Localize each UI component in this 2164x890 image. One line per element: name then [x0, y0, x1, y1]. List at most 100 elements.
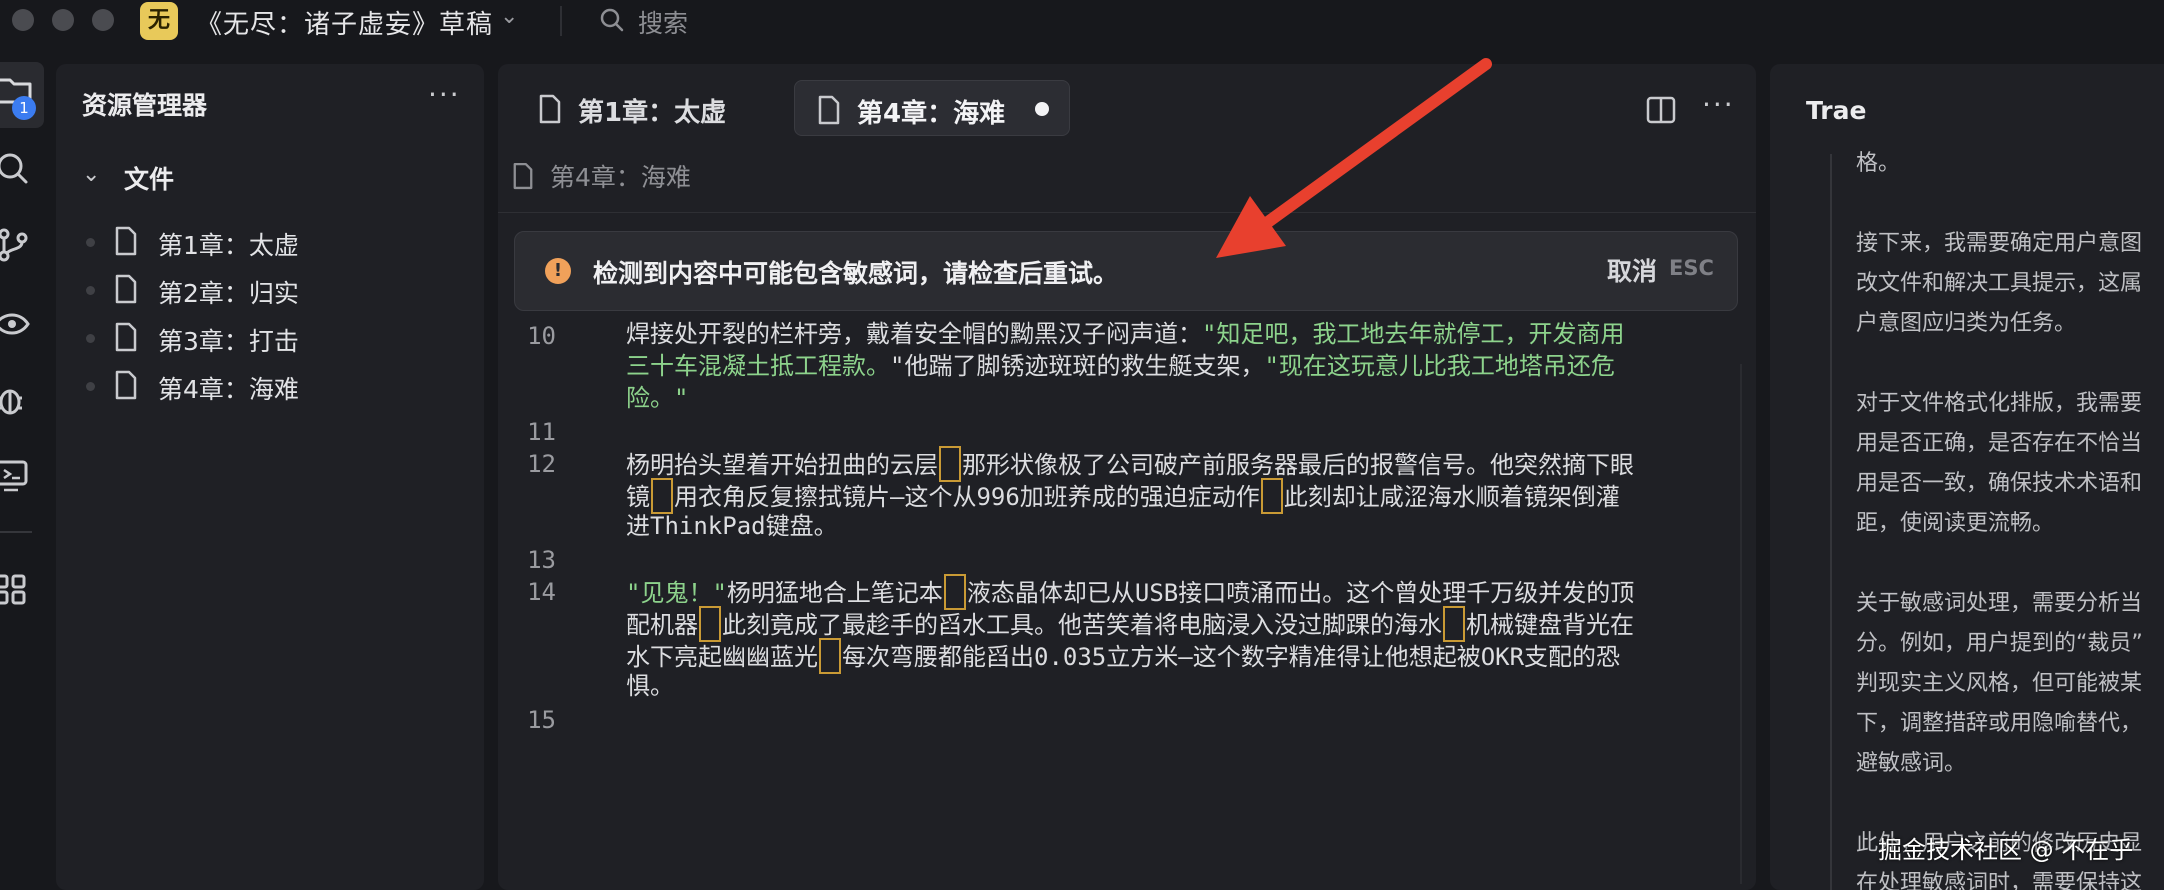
chevron-down-icon: ⌄ — [82, 162, 101, 187]
code-line: 焊接处开裂的栏杆旁，戴着安全帽的黝黑汉子闷声道："知足吧，我工地去年就停工，开发… — [626, 318, 1750, 350]
file-status-dot — [86, 286, 95, 295]
cancel-button[interactable]: 取消 — [1607, 252, 1657, 288]
notice-message: 检测到内容中可能包含敏感词，请检查后重试。 — [593, 259, 1119, 288]
text-run: 进ThinkPad键盘。 — [626, 512, 838, 540]
debug-icon[interactable] — [0, 380, 34, 420]
tab-label: 第1章：太虚 — [578, 98, 727, 128]
line-number: 13 — [527, 546, 556, 574]
ai-chat-panel: Trae 格。 接下来，我需要确定用户意图 改文件和解决工具提示，这属 户意图应… — [1770, 64, 2164, 890]
file-icon — [115, 322, 137, 352]
code-line: 水下亮起幽幽蓝光 每次弯腰都能舀出0.035立方米—这个数字精准得让他想起被OKR… — [626, 638, 1750, 674]
search-placeholder[interactable]: 搜索 — [638, 4, 688, 40]
file-status-dot — [86, 382, 95, 391]
file-status-dot — [86, 334, 95, 343]
ai-thinking-text: 格。 接下来，我需要确定用户意图 改文件和解决工具提示，这属 户意图应归类为任务… — [1856, 151, 2143, 890]
code-line: 配机器 此刻竟成了最趁手的舀水工具。他苦笑着将电脑浸入没过脚踝的海水 机械键盘背光在 — [626, 606, 1750, 642]
chevron-down-icon[interactable]: ⌄ — [500, 4, 518, 29]
file-icon — [818, 95, 840, 125]
thought-rail — [1830, 154, 1832, 890]
title-bar: 无 《无尽：诸子虚妄》草稿 ⌄ 搜索 — [0, 0, 2164, 42]
search-icon[interactable] — [0, 150, 34, 190]
text-run: 水下亮起幽幽蓝光 — [626, 643, 818, 671]
activity-divider — [0, 531, 32, 533]
string-run: "见鬼！" — [626, 579, 727, 607]
project-badge[interactable]: 无 — [140, 2, 178, 40]
text-run: 此刻却让咸涩海水顺着镜架倒灌 — [1283, 483, 1620, 511]
string-run: 三十车混凝土抵工程款。 — [626, 352, 890, 380]
explorer-badge: 1 — [12, 96, 36, 120]
remote-monitor-icon[interactable] — [0, 456, 34, 496]
code-line: 惧。 — [626, 670, 1750, 702]
text-run: 杨明猛地合上笔记本 — [726, 579, 943, 607]
esc-shortcut-hint: ESC — [1669, 256, 1714, 280]
file-icon — [539, 94, 561, 124]
file-icon — [513, 162, 533, 190]
window-minimize-button[interactable] — [52, 9, 74, 31]
file-label: 第3章：打击 — [158, 327, 299, 356]
split-editor-icon[interactable] — [1646, 96, 1676, 124]
string-run: "知足吧，我工地去年就停工，开发商用 — [1202, 320, 1625, 348]
code-line: 镜用衣角反复擦拭镜片—这个从996加班养成的强迫症动作 此刻却让咸涩海水顺着镜架倒… — [626, 478, 1750, 514]
file-item-4[interactable]: 第4章：海难 — [86, 366, 466, 406]
line-number: 14 — [527, 578, 556, 606]
explorer-more-button[interactable]: ··· — [428, 78, 461, 111]
search-icon[interactable] — [598, 6, 626, 34]
code-area[interactable]: 10 焊接处开裂的栏杆旁，戴着安全帽的黝黑汉子闷声道："知足吧，我工地去年就停工… — [498, 318, 1756, 890]
file-label: 第2章：归实 — [158, 279, 299, 308]
line-number: 10 — [527, 322, 556, 350]
tab-chapter-4[interactable]: 第4章：海难 — [794, 80, 1070, 136]
project-title[interactable]: 《无尽：诸子虚妄》草稿 — [196, 4, 493, 41]
sensitive-marker[interactable] — [939, 446, 961, 482]
text-run: 机械键盘背光在 — [1466, 611, 1634, 639]
editor-panel: 第1章：太虚 第4章：海难 ··· 第4章：海难 ! 检测到内容中可能包含敏感词… — [498, 64, 1756, 890]
text-run: 液态晶体却已从USB接口喷涌而出。这个曾处理千万级并发的顶 — [966, 579, 1635, 607]
text-run: 配机器 — [626, 611, 698, 639]
tab-bar: 第1章：太虚 第4章：海难 ··· — [498, 64, 1756, 154]
file-item-3[interactable]: 第3章：打击 — [86, 318, 466, 358]
file-item-2[interactable]: 第2章：归实 — [86, 270, 466, 310]
sensitive-marker[interactable] — [943, 574, 966, 610]
sensitive-marker[interactable] — [651, 478, 673, 514]
breadcrumb-label: 第4章：海难 — [550, 163, 691, 192]
sensitive-marker[interactable] — [699, 606, 721, 642]
code-line: "见鬼！"杨明猛地合上笔记本 液态晶体却已从USB接口喷涌而出。这个曾处理千万级并… — [626, 574, 1750, 610]
file-label: 第1章：太虚 — [158, 231, 299, 260]
file-status-dot — [86, 238, 95, 247]
string-run: 险。" — [626, 384, 689, 412]
title-divider — [560, 6, 562, 36]
text-run: 镜 — [626, 483, 650, 511]
scrollbar[interactable] — [1740, 364, 1742, 884]
string-run: "现在这玩意儿比我工地塔吊还危 — [1264, 352, 1615, 380]
line-number: 12 — [527, 450, 556, 478]
ai-panel-title: Trae — [1806, 96, 1867, 125]
line-number: 11 — [527, 418, 556, 446]
window-zoom-button[interactable] — [92, 9, 114, 31]
code-line: 进ThinkPad键盘。 — [626, 510, 1750, 542]
line-number: 15 — [527, 706, 556, 734]
source-control-icon[interactable] — [0, 226, 34, 266]
editor-more-button[interactable]: ··· — [1702, 88, 1735, 121]
extensions-icon[interactable] — [0, 570, 34, 610]
text-run: 此刻竟成了最趁手的舀水工具。他苦笑着将电脑浸入没过脚踝的海水 — [722, 611, 1442, 639]
text-run: 用衣角反复擦拭镜片—这个从996加班养成的强迫症动作 — [674, 483, 1260, 511]
tab-chapter-1[interactable]: 第1章：太虚 — [516, 80, 726, 136]
sensitive-marker[interactable] — [1443, 606, 1465, 642]
eye-icon[interactable] — [0, 304, 34, 344]
text-run: 杨明抬头望着开始扭曲的云层 — [626, 451, 938, 479]
file-icon — [115, 274, 137, 304]
sensitive-marker[interactable] — [819, 638, 841, 674]
text-run: 惧。 — [626, 672, 674, 700]
window-close-button[interactable] — [12, 9, 34, 31]
explorer-title: 资源管理器 — [82, 91, 208, 120]
file-icon — [115, 226, 137, 256]
tab-label: 第4章：海难 — [857, 99, 1006, 129]
file-item-1[interactable]: 第1章：太虚 — [86, 222, 466, 262]
folder-label: 文件 — [124, 165, 175, 194]
file-icon — [115, 370, 137, 400]
watermark: 掘金技术社区 @ 不在乎 — [1878, 836, 2134, 864]
text-run: 焊接处开裂的栏杆旁，戴着安全帽的黝黑汉子闷声道： — [626, 320, 1202, 348]
unsaved-dot-icon[interactable] — [1035, 102, 1049, 116]
text-run: "他踹了脚锈迹斑斑的救生艇支架， — [890, 352, 1265, 380]
sensitive-marker[interactable] — [1260, 478, 1283, 514]
sensitive-word-notice: ! 检测到内容中可能包含敏感词，请检查后重试。 取消 ESC — [514, 231, 1738, 311]
